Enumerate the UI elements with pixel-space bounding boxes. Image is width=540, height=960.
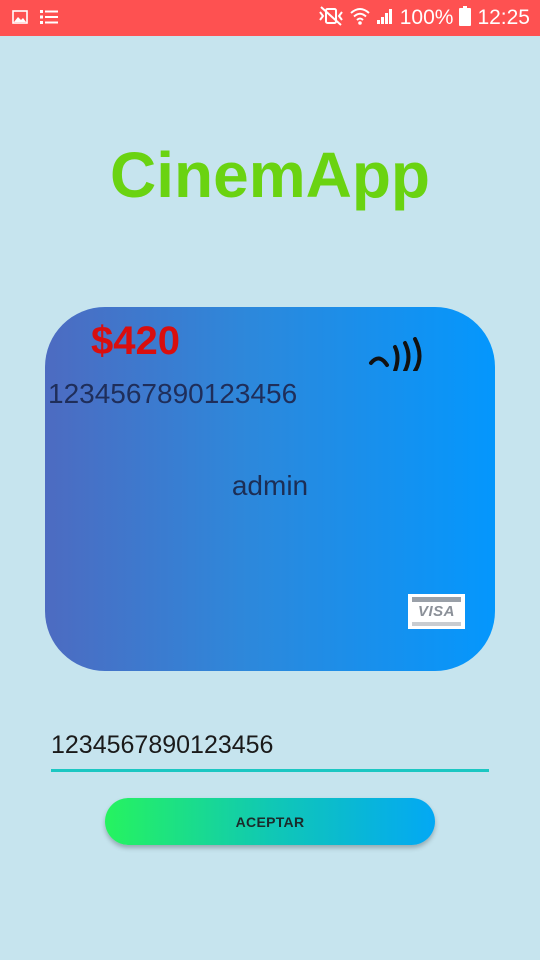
wifi-icon [350, 6, 370, 31]
list-notification-icon [40, 9, 58, 30]
app-title: CinemApp [110, 139, 430, 211]
system-icons: 100% 12:25 [318, 4, 530, 32]
visa-stripe-bottom [412, 622, 461, 626]
clock: 12:25 [477, 6, 530, 29]
card-brand: VISA [417, 603, 455, 620]
image-notification-icon [12, 9, 28, 30]
notification-icons [12, 9, 58, 30]
visa-stripe-top [412, 597, 461, 602]
card-holder-name: admin [231, 470, 309, 501]
battery-percent: 100% [399, 6, 454, 29]
battery-icon [459, 5, 472, 31]
contactless-icon [367, 337, 429, 373]
card-balance: $420 [91, 319, 180, 363]
signal-icon [376, 7, 394, 30]
status-bar: 100% 12:25 [0, 0, 540, 36]
mute-vibrate-icon [318, 5, 344, 31]
visa-icon: VISA [408, 594, 465, 629]
card-number-input[interactable] [51, 722, 489, 772]
accept-button[interactable]: ACEPTAR [105, 798, 435, 845]
credit-card: $420 1234567890123456 admin VISA [45, 307, 495, 671]
card-number: 1234567890123456 [48, 378, 298, 409]
